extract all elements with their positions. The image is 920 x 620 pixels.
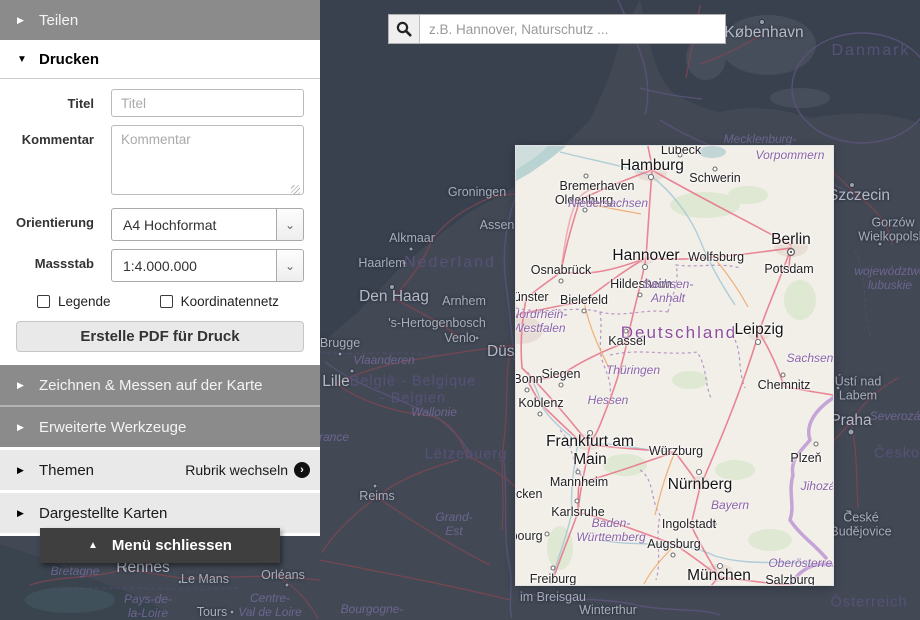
map-label: Ingolstadt: [662, 517, 716, 531]
map-label: Jihozápad: [801, 480, 833, 494]
legend-checkbox-item[interactable]: Legende: [37, 294, 111, 309]
close-menu-button[interactable]: ▲ Menü schliessen: [40, 528, 280, 563]
section-label: Teilen: [39, 12, 78, 29]
map-label: Bremerhaven: [559, 179, 634, 193]
change-category-link[interactable]: Rubrik wechseln ›: [185, 462, 320, 478]
map-label: Saarbrücken: [516, 487, 542, 501]
section-label: Drucken: [39, 51, 99, 68]
map-label: Münster: [516, 290, 549, 304]
sidebar-item-dargestellte-karten[interactable]: ▶ Dargestellte Karten: [0, 493, 320, 533]
create-pdf-button[interactable]: Erstelle PDF für Druck: [16, 321, 304, 352]
map-label: Sachsen: [787, 352, 833, 366]
search-input[interactable]: [420, 15, 725, 43]
print-preview-area[interactable]: Lübeck Vorpommern Hamburg Schwerin Bremerhav…: [516, 146, 833, 585]
legend-label: Legende: [58, 294, 111, 309]
map-label: Leipzig: [734, 321, 783, 339]
orientation-select[interactable]: A4 Hochformat ⌄: [111, 208, 304, 241]
grid-checkbox-item[interactable]: Koordinatennetz: [160, 294, 279, 309]
map-label: Niedersachsen: [568, 197, 648, 211]
chevron-up-icon: ▲: [88, 540, 98, 551]
map-label: Berlin: [771, 231, 811, 249]
map-label: Lübeck: [661, 146, 701, 157]
map-application: KøbenhavnDanmarkMecklenburg-GroningenSzc…: [0, 0, 920, 620]
section-label: Zeichnen & Messen auf der Karte: [39, 377, 262, 394]
search-bar: [388, 14, 726, 44]
map-label: Vorpommern: [756, 149, 825, 163]
sidebar-item-teilen[interactable]: ▶ Teilen: [0, 0, 320, 40]
chevron-right-icon: ▶: [17, 380, 39, 391]
map-label: Sachsen- Anhalt: [643, 278, 694, 306]
legend-checkbox[interactable]: [37, 295, 50, 308]
comment-label: Kommentar: [0, 125, 111, 200]
map-label: Thüringen: [606, 364, 660, 378]
orientation-label: Orientierung: [0, 208, 111, 241]
map-label: Nordrhein- Westfalen: [516, 308, 567, 336]
map-label: Siegen: [542, 367, 581, 381]
sidebar-item-drucken[interactable]: ▼ Drucken: [0, 40, 320, 79]
arrow-right-circle-icon: ›: [294, 462, 310, 478]
map-label: Schwerin: [689, 171, 740, 185]
chevron-down-icon: ⌄: [276, 209, 303, 240]
map-label: Mannheim: [550, 475, 608, 489]
map-label: Hessen: [588, 394, 629, 408]
map-label: Würzburg: [649, 444, 703, 458]
chevron-right-icon: ▶: [17, 465, 39, 476]
map-label: Baden- Württemberg: [576, 517, 645, 545]
title-label: Titel: [0, 89, 111, 117]
comment-input[interactable]: [111, 125, 304, 195]
map-label: Koblenz: [518, 396, 563, 410]
scale-select[interactable]: 1:4.000.000 ⌄: [111, 249, 304, 282]
section-label: Dargestellte Karten: [39, 505, 167, 522]
title-input[interactable]: [111, 89, 304, 117]
map-label: Chemnitz: [758, 378, 811, 392]
grid-label: Koordinatennetz: [181, 294, 279, 309]
chevron-down-icon: ▼: [17, 54, 39, 65]
orientation-value: A4 Hochformat: [112, 217, 276, 233]
map-label: Kassel: [608, 334, 646, 348]
change-category-label: Rubrik wechseln: [185, 462, 288, 478]
sidebar-item-themen[interactable]: ▶ Themen Rubrik wechseln ›: [0, 450, 320, 490]
chevron-down-icon: ⌄: [276, 250, 303, 281]
map-label: Plzeň: [790, 451, 821, 465]
search-icon: [396, 21, 412, 37]
map-label: Oberösterreich: [768, 557, 833, 571]
sidebar: ▶ Teilen ▼ Drucken Titel Kommentar: [0, 0, 320, 536]
map-label: Salzburg: [765, 573, 814, 585]
scale-label: Massstab: [0, 249, 111, 282]
map-label: Osnabrück: [531, 263, 591, 277]
section-label: Erweiterte Werkzeuge: [39, 419, 186, 436]
map-label: Bayern: [711, 499, 749, 513]
chevron-right-icon: ▶: [17, 508, 39, 519]
map-label: Nürnberg: [668, 476, 733, 494]
sidebar-item-erweiterte-werkzeuge[interactable]: ▶ Erweiterte Werkzeuge: [0, 407, 320, 447]
chevron-right-icon: ▶: [17, 422, 39, 433]
map-label: Potsdam: [764, 262, 813, 276]
map-label: Bonn: [516, 372, 543, 386]
scale-value: 1:4.000.000: [112, 258, 276, 274]
section-label: Themen: [39, 462, 94, 479]
resize-grip-icon[interactable]: [291, 185, 300, 194]
map-label: München: [687, 567, 751, 585]
map-label: Frankfurt am Main: [546, 433, 634, 469]
print-form: Titel Kommentar Orientierung A4 Hochform…: [0, 79, 320, 365]
search-button[interactable]: [389, 15, 420, 43]
map-label: Wolfsburg: [688, 250, 744, 264]
map-label: Hannover: [612, 247, 679, 265]
map-label: Freiburg: [530, 572, 577, 585]
map-label: Strasbourg: [516, 529, 543, 543]
map-label: Bielefeld: [560, 293, 608, 307]
chevron-right-icon: ▶: [17, 15, 39, 26]
sidebar-item-zeichnen-messen[interactable]: ▶ Zeichnen & Messen auf der Karte: [0, 365, 320, 405]
map-label: Augsburg: [647, 537, 701, 551]
map-labels-bright: Lübeck Vorpommern Hamburg Schwerin Bremerhav…: [516, 146, 833, 585]
map-label: Hamburg: [620, 157, 684, 175]
close-menu-label: Menü schliessen: [112, 537, 232, 554]
grid-checkbox[interactable]: [160, 295, 173, 308]
